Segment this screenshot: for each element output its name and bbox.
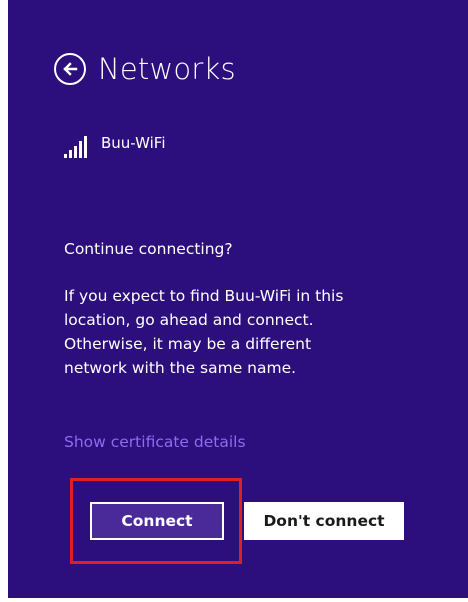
prompt-message: If you expect to find Buu-WiFi in this l…: [64, 284, 424, 380]
prompt-question: Continue connecting?: [64, 240, 233, 258]
back-arrow-icon: [63, 62, 78, 76]
panel-header: Networks: [54, 52, 236, 86]
prompt-message-line: If you expect to find Buu-WiFi in this: [64, 287, 344, 305]
wifi-signal-icon: [64, 136, 87, 158]
network-name: Buu-WiFi: [101, 134, 166, 152]
connect-button[interactable]: Connect: [90, 502, 224, 540]
dont-connect-button[interactable]: Don't connect: [244, 502, 404, 540]
networks-panel: Networks Buu-WiFi Continue connecting? I…: [8, 0, 468, 598]
prompt-message-line: Otherwise, it may be a different: [64, 335, 312, 353]
back-button[interactable]: [54, 53, 86, 85]
prompt-message-line: network with the same name.: [64, 359, 297, 377]
prompt-message-line: location, go ahead and connect.: [64, 311, 314, 329]
network-item: Buu-WiFi: [64, 134, 166, 158]
show-certificate-link[interactable]: Show certificate details: [64, 433, 246, 451]
page-title: Networks: [98, 52, 236, 86]
